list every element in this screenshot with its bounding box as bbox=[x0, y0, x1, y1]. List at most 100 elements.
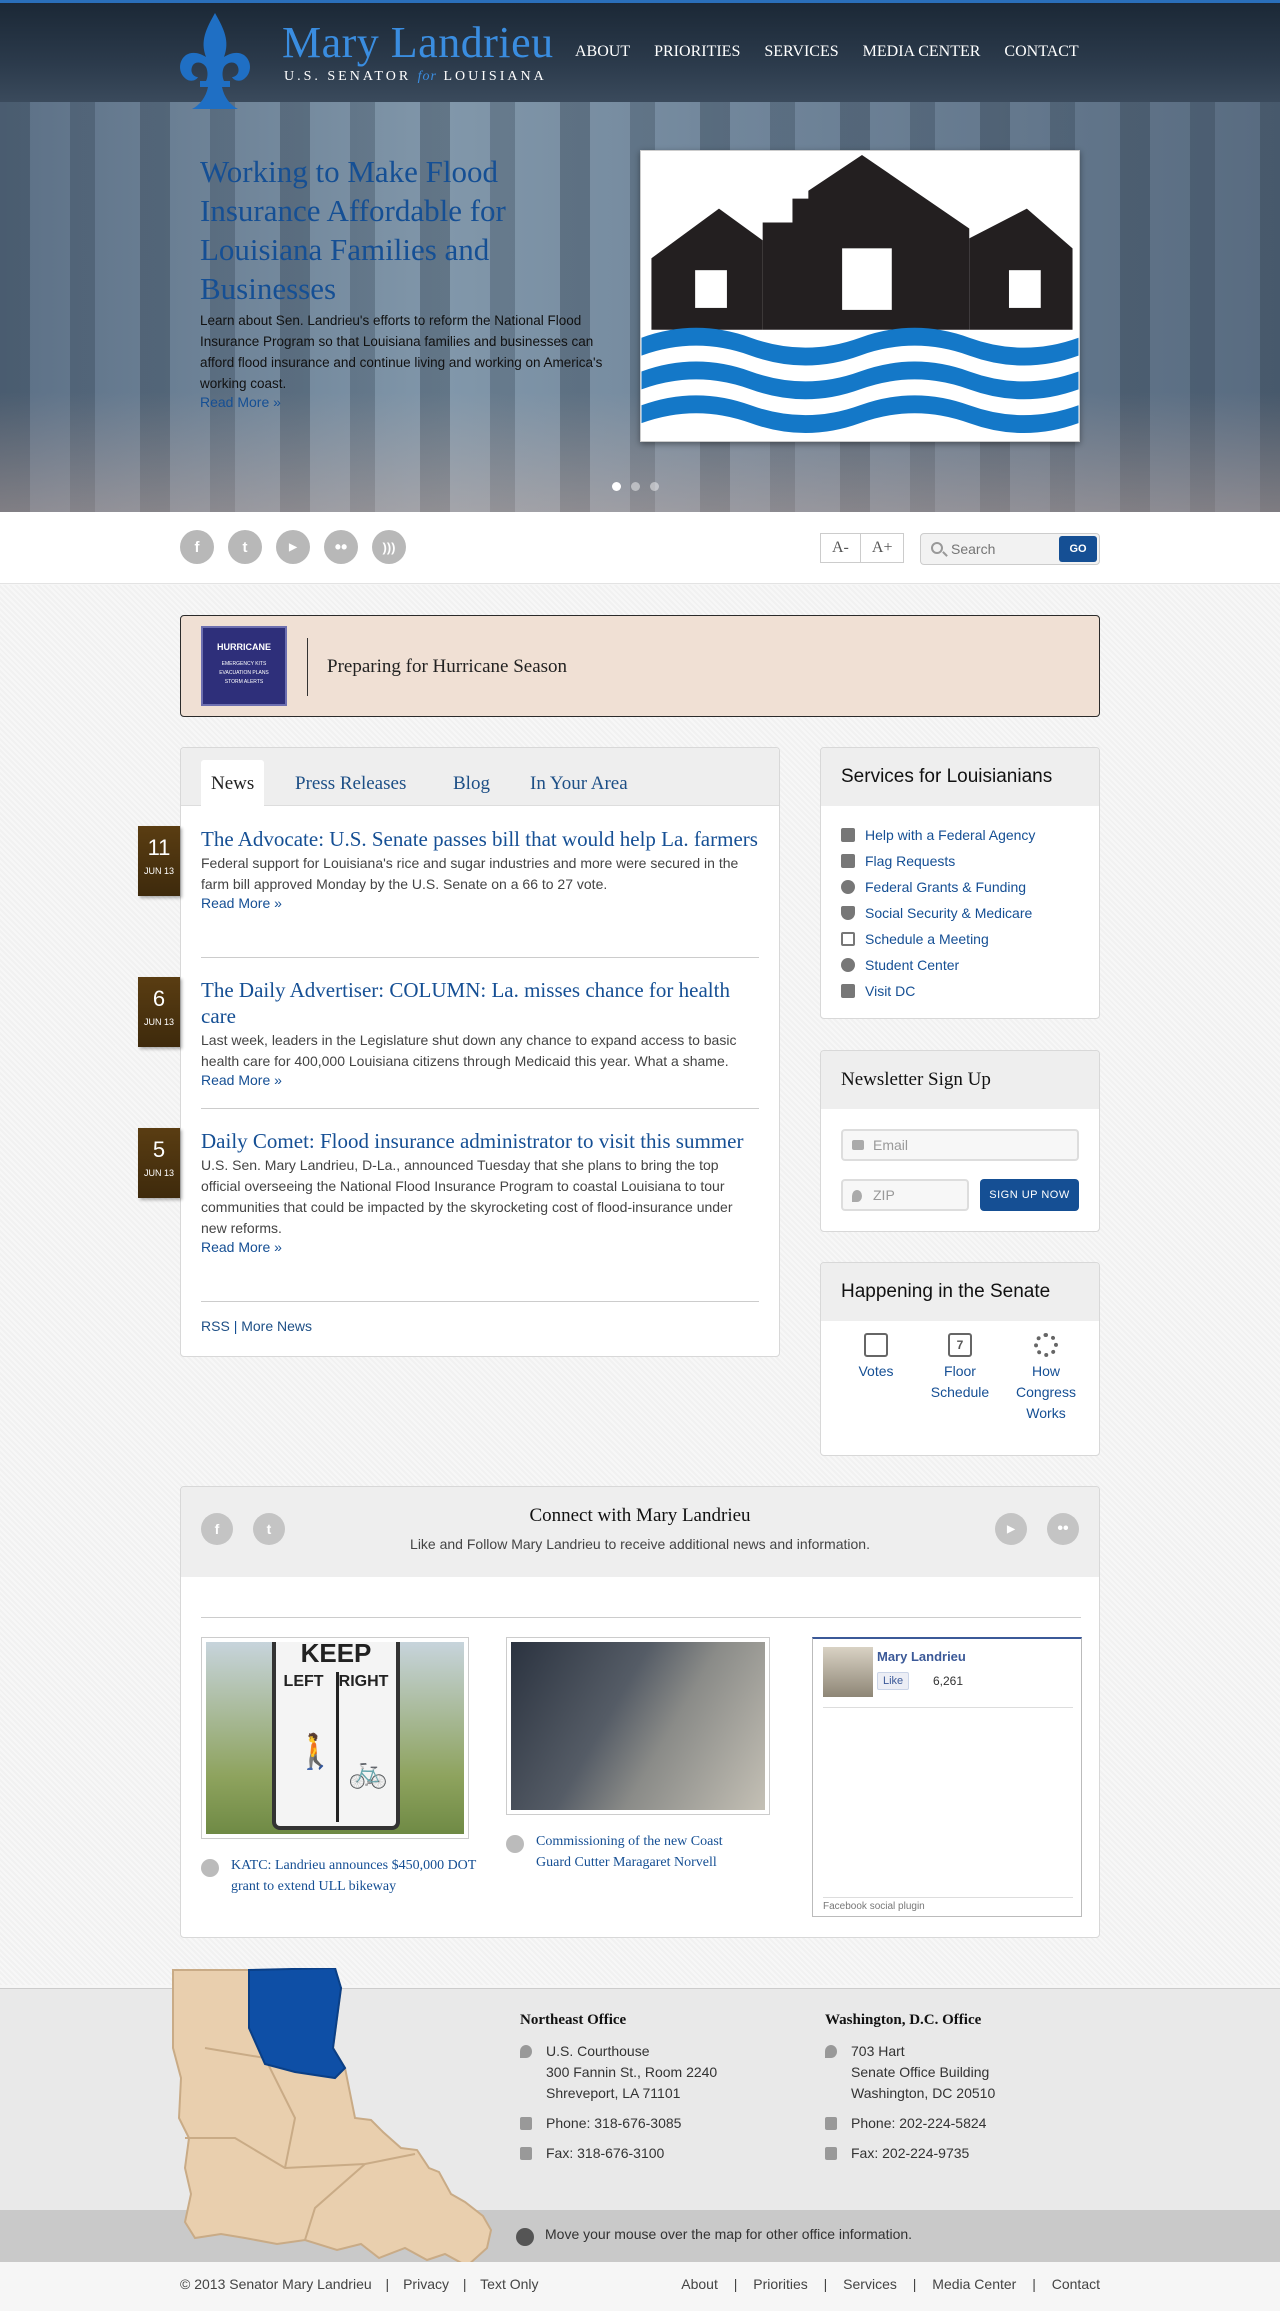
tab-press-releases[interactable]: Press Releases bbox=[285, 760, 416, 807]
service-visit-dc[interactable]: Visit DC bbox=[821, 978, 1099, 1004]
date-badge: 6 JUN 13 bbox=[138, 977, 180, 1047]
how-congress-works-link[interactable]: How Congress Works bbox=[1011, 1333, 1081, 1424]
avatar[interactable] bbox=[823, 1647, 873, 1697]
news-title[interactable]: The Advocate: U.S. Senate passes bill th… bbox=[201, 826, 759, 852]
service-federal-agency[interactable]: Help with a Federal Agency bbox=[821, 822, 1099, 848]
footer-nav-about[interactable]: About bbox=[681, 2276, 718, 2292]
font-larger-button[interactable]: A+ bbox=[860, 533, 905, 563]
search-input[interactable] bbox=[951, 538, 1051, 560]
footer-nav-media-center[interactable]: Media Center bbox=[932, 2276, 1016, 2292]
tab-blog[interactable]: Blog bbox=[443, 760, 500, 807]
fb-like-button[interactable]: Like bbox=[877, 1672, 910, 1690]
hurricane-banner[interactable]: HURRICANE EMERGENCY KITS EVACUATION PLANS… bbox=[180, 615, 1100, 717]
slider-dot[interactable] bbox=[631, 482, 640, 491]
service-label: Flag Requests bbox=[865, 853, 956, 869]
read-more-link[interactable]: Read More » bbox=[201, 895, 282, 911]
arrow-left-icon bbox=[516, 2228, 534, 2246]
divider bbox=[201, 1617, 1081, 1618]
service-social-security[interactable]: Social Security & Medicare bbox=[821, 900, 1099, 926]
envelope-icon bbox=[852, 1140, 864, 1150]
copyright-area: © 2013 Senator Mary Landrieu | Privacy |… bbox=[180, 2276, 539, 2292]
pedestrian-icon: 🚶 bbox=[294, 1733, 337, 1771]
connect-subtitle: Like and Follow Mary Landrieu to receive… bbox=[410, 1536, 870, 1552]
louisiana-map[interactable] bbox=[165, 1968, 500, 2268]
email-field[interactable]: Email bbox=[841, 1129, 1079, 1161]
nav-contact[interactable]: CONTACT bbox=[1004, 43, 1078, 61]
date-month: JUN 13 bbox=[143, 866, 174, 876]
flickr-icon[interactable]: •• bbox=[324, 530, 358, 564]
thumb-title: HURRICANE bbox=[217, 642, 271, 652]
privacy-link[interactable]: Privacy bbox=[403, 2276, 449, 2292]
zip-field[interactable]: ZIP bbox=[841, 1179, 969, 1211]
rss-icon[interactable]: ))) bbox=[372, 530, 406, 564]
footer-nav-services[interactable]: Services bbox=[843, 2276, 897, 2292]
news-tabs: News Press Releases Blog In Your Area bbox=[181, 748, 779, 807]
divider bbox=[201, 1301, 759, 1302]
font-smaller-button[interactable]: A- bbox=[820, 533, 861, 563]
media-item[interactable] bbox=[506, 1637, 770, 1815]
votes-link[interactable]: Votes bbox=[841, 1333, 911, 1382]
nav-services[interactable]: SERVICES bbox=[764, 43, 838, 61]
bike-sign-photo[interactable]: KEEP LEFT RIGHT 🚶 🚲 bbox=[201, 1637, 469, 1839]
fleur-de-lis-logo[interactable] bbox=[160, 9, 270, 117]
news-summary: Federal support for Louisiana's rice and… bbox=[201, 855, 739, 892]
address-line: Shreveport, LA 71101 bbox=[546, 2085, 681, 2101]
rss-link[interactable]: RSS bbox=[201, 1318, 230, 1334]
facebook-icon[interactable]: f bbox=[180, 530, 214, 564]
coast-guard-photo[interactable] bbox=[506, 1637, 770, 1815]
nav-media-center[interactable]: MEDIA CENTER bbox=[863, 43, 981, 61]
nav-priorities[interactable]: PRIORITIES bbox=[654, 43, 740, 61]
fb-page-name[interactable]: Mary Landrieu bbox=[877, 1649, 966, 1664]
nav-about[interactable]: ABOUT bbox=[575, 43, 630, 61]
service-grants[interactable]: Federal Grants & Funding bbox=[821, 874, 1099, 900]
fax-text: Fax: 318-676-3100 bbox=[546, 2145, 665, 2161]
media-caption[interactable]: KATC: Landrieu announces $450,000 DOT gr… bbox=[231, 1855, 481, 1897]
gears-icon bbox=[1034, 1333, 1058, 1357]
youtube-icon[interactable]: ▶ bbox=[276, 530, 310, 564]
search-go-button[interactable]: GO bbox=[1059, 536, 1097, 562]
tab-in-your-area[interactable]: In Your Area bbox=[520, 760, 638, 807]
more-news-link[interactable]: More News bbox=[241, 1318, 312, 1334]
slider-dot[interactable] bbox=[650, 482, 659, 491]
site-header: Mary Landrieu U.S. SENATOR for LOUISIANA… bbox=[0, 0, 1280, 109]
hero-read-more[interactable]: Read More » bbox=[200, 394, 281, 410]
media-item[interactable]: KEEP LEFT RIGHT 🚶 🚲 bbox=[201, 1637, 469, 1839]
phone-icon bbox=[825, 2117, 837, 2130]
footer-nav-contact[interactable]: Contact bbox=[1052, 2276, 1100, 2292]
fb-plugin-label[interactable]: Facebook social plugin bbox=[823, 1897, 1073, 1912]
thumb-line: EVACUATION PLANS bbox=[219, 670, 269, 676]
service-student-center[interactable]: Student Center bbox=[821, 952, 1099, 978]
dc-office: Washington, D.C. Office 703 Hart Senate … bbox=[825, 2010, 1085, 2164]
read-more-link[interactable]: Read More » bbox=[201, 1072, 282, 1088]
sign-word: LEFT bbox=[283, 1673, 324, 1690]
office-title: Northeast Office bbox=[520, 2012, 627, 2028]
thumb-line: STORM ALERTS bbox=[224, 679, 264, 685]
service-schedule-meeting[interactable]: Schedule a Meeting bbox=[821, 926, 1099, 952]
news-panel: News Press Releases Blog In Your Area Th… bbox=[180, 747, 780, 1357]
site-name[interactable]: Mary Landrieu bbox=[282, 17, 554, 68]
apple-icon bbox=[841, 958, 855, 972]
news-title[interactable]: Daily Comet: Flood insurance administrat… bbox=[201, 1128, 759, 1154]
media-caption[interactable]: Commissioning of the new Coast Guard Cut… bbox=[536, 1831, 761, 1873]
tab-news[interactable]: News bbox=[201, 760, 265, 807]
pipe-separator: | bbox=[912, 2276, 917, 2292]
banner-text[interactable]: Preparing for Hurricane Season bbox=[327, 656, 567, 678]
read-more-link[interactable]: Read More » bbox=[201, 1239, 282, 1255]
senate-link-label: Votes bbox=[858, 1363, 894, 1379]
office-address: 703 Hart Senate Office Building Washingt… bbox=[825, 2041, 1085, 2104]
address-line: 703 Hart bbox=[851, 2043, 905, 2059]
footer-nav-priorities[interactable]: Priorities bbox=[753, 2276, 807, 2292]
slider-dot[interactable] bbox=[612, 482, 621, 491]
text-only-link[interactable]: Text Only bbox=[480, 2276, 538, 2292]
map-hint: Move your mouse over the map for other o… bbox=[545, 2226, 913, 2242]
hero-title[interactable]: Working to Make Flood Insurance Affordab… bbox=[200, 152, 610, 308]
flood-house-image[interactable] bbox=[640, 150, 1080, 442]
twitter-icon[interactable]: t bbox=[228, 530, 262, 564]
service-flag-requests[interactable]: Flag Requests bbox=[821, 848, 1099, 874]
news-title[interactable]: The Daily Advertiser: COLUMN: La. misses… bbox=[201, 977, 759, 1029]
news-item: The Daily Advertiser: COLUMN: La. misses… bbox=[201, 977, 759, 1090]
floor-schedule-link[interactable]: 7 Floor Schedule bbox=[925, 1333, 995, 1403]
thumb-line: EMERGENCY KITS bbox=[221, 661, 267, 667]
hero-body: Learn about Sen. Landrieu's efforts to r… bbox=[200, 313, 603, 391]
sign-up-button[interactable]: SIGN UP NOW bbox=[980, 1179, 1079, 1211]
